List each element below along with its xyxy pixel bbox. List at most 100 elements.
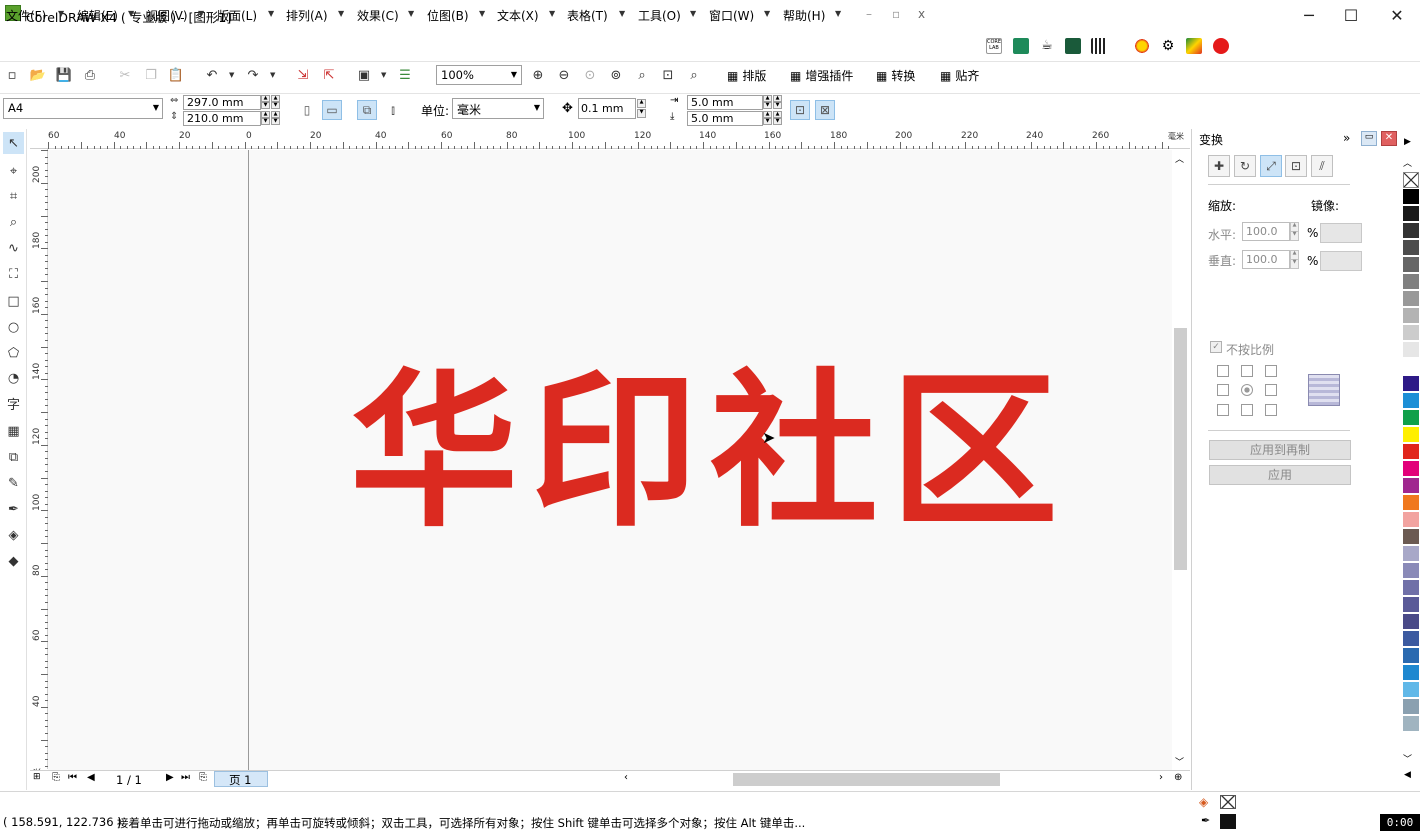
palette-swatch[interactable] <box>1403 529 1419 545</box>
new-document-icon[interactable]: ▫ <box>4 67 20 83</box>
palette-swatch[interactable] <box>1403 308 1419 324</box>
chevron-down-icon[interactable]: ▼ <box>619 9 625 18</box>
convert-button[interactable]: ▦ 转换 <box>876 67 915 84</box>
portrait-icon[interactable]: ▯ <box>297 100 317 120</box>
enhance-plugin-button[interactable]: ▦ 增强插件 <box>790 67 853 84</box>
anchor-top-right[interactable] <box>1265 365 1277 377</box>
scroll-right-icon[interactable]: › <box>1159 772 1163 783</box>
menu-view[interactable]: 视图(V) <box>146 7 188 24</box>
menu-file[interactable]: 文件(F) <box>6 7 46 24</box>
launcher-dropdown-icon[interactable]: ▼ <box>381 71 386 79</box>
fill-none-indicator[interactable] <box>1220 795 1236 809</box>
chevron-down-icon[interactable]: ▼ <box>479 9 485 18</box>
zoom-all-objects-icon[interactable]: ⊚ <box>608 67 624 83</box>
open-folder-icon[interactable]: 📂 <box>30 67 46 83</box>
snap-button[interactable]: ▦ 贴齐 <box>940 67 979 84</box>
width-down-icon[interactable]: ▼ <box>271 102 280 109</box>
palette-swatch[interactable] <box>1403 631 1419 647</box>
zoom-level-select[interactable]: 100% ▼ <box>436 65 522 85</box>
palette-swatch[interactable] <box>1403 291 1419 307</box>
palette-swatch[interactable] <box>1403 682 1419 698</box>
palette-swatch[interactable] <box>1403 546 1419 562</box>
import-icon[interactable]: ⇲ <box>295 67 311 83</box>
height-down-icon[interactable]: ▼ <box>261 118 270 125</box>
chevron-down-icon[interactable]: ▼ <box>128 9 134 18</box>
vertical-scroll-thumb[interactable] <box>1174 328 1187 570</box>
menu-edit[interactable]: 编辑(E) <box>77 7 118 24</box>
dupx-up-icon[interactable]: ▲ <box>773 95 782 102</box>
docker-expand-icon[interactable]: » <box>1343 131 1350 145</box>
anchor-top-center[interactable] <box>1241 365 1253 377</box>
rectangle-tool-icon[interactable]: □ <box>3 290 24 312</box>
dupx-up-icon[interactable]: ▲ <box>763 95 772 102</box>
palette-swatch[interactable] <box>1403 478 1419 494</box>
palette-swatch[interactable] <box>1403 223 1419 239</box>
ruler-corner-icon[interactable]: ⊞ <box>33 772 41 782</box>
chevron-down-icon[interactable]: ▼ <box>408 9 414 18</box>
no-fill-swatch[interactable] <box>1403 172 1419 188</box>
palette-swatch[interactable] <box>1403 614 1419 630</box>
palette-swatch[interactable] <box>1403 427 1419 443</box>
anchor-top-left[interactable] <box>1217 365 1229 377</box>
palette-expand-icon[interactable]: ◀ <box>1404 770 1411 780</box>
palette-menu-icon[interactable]: ︿ <box>1403 156 1412 169</box>
interactive-blend-tool-icon[interactable]: ⧉ <box>3 446 24 468</box>
minimize-button[interactable]: ─ <box>1286 0 1332 30</box>
non-proportional-checkbox[interactable]: ✓ <box>1210 341 1222 353</box>
table-tool-icon[interactable]: ▦ <box>3 420 24 442</box>
cut-icon[interactable]: ✂ <box>117 67 133 83</box>
palette-swatch[interactable] <box>1403 206 1419 222</box>
first-page-icon[interactable]: ⏮ <box>68 772 77 783</box>
redo-dropdown-icon[interactable]: ▼ <box>270 71 275 79</box>
prev-page-icon[interactable]: ◀ <box>87 772 95 783</box>
menu-layout[interactable]: 版面(L) <box>217 7 257 24</box>
redo-icon[interactable]: ↷ <box>245 67 261 83</box>
skew-tab-icon[interactable]: ⫽ <box>1311 155 1333 177</box>
width-down-icon[interactable]: ▼ <box>261 102 270 109</box>
next-page-icon[interactable]: ▶ <box>166 772 174 783</box>
scroll-down-icon[interactable]: ﹀ <box>1175 755 1184 768</box>
vertical-scale-input[interactable]: 100.0 <box>1242 250 1290 269</box>
eyedropper-tool-icon[interactable]: ✎ <box>3 472 24 494</box>
palette-swatch[interactable] <box>1403 461 1419 477</box>
last-page-icon[interactable]: ⏭ <box>181 772 190 783</box>
fill-tool-icon[interactable]: ◈ <box>3 524 24 546</box>
paste-icon[interactable]: 📋 <box>168 67 184 83</box>
rotate-tab-icon[interactable]: ↻ <box>1234 155 1256 177</box>
zoom-height-icon[interactable]: ⌕ <box>686 67 702 83</box>
apply-button[interactable]: 应用 <box>1209 465 1351 485</box>
maximize-button[interactable]: ☐ <box>1328 0 1374 30</box>
zoom-out-icon[interactable]: ⊖ <box>556 67 572 83</box>
doc-close-button[interactable]: x <box>918 7 925 21</box>
bolt-icon[interactable] <box>1186 38 1202 54</box>
draw-bounding-icon[interactable]: ⊠ <box>815 100 835 120</box>
ellipse-tool-icon[interactable]: ○ <box>3 316 24 338</box>
smart-fill-tool-icon[interactable]: ⛶ <box>3 263 24 285</box>
layout-button[interactable]: ▦ 排版 <box>727 67 766 84</box>
hscale-down-icon[interactable]: ▼ <box>1290 231 1299 241</box>
palette-swatch[interactable] <box>1403 512 1419 528</box>
treat-as-filled-icon[interactable]: ⊡ <box>790 100 810 120</box>
chevron-down-icon[interactable]: ▼ <box>268 9 274 18</box>
add-page-after-icon[interactable]: ⎘ <box>199 772 207 783</box>
duplicate-y-input[interactable]: 5.0 mm <box>687 111 763 126</box>
menu-table[interactable]: 表格(T) <box>567 7 608 24</box>
doc-minimize-button[interactable]: – <box>866 7 872 21</box>
corel-lab-icon[interactable]: CORE LAB <box>986 38 1002 54</box>
anchor-bottom-right[interactable] <box>1265 404 1277 416</box>
nudge-distance-input[interactable]: 0.1 mm <box>578 98 636 119</box>
height-up-icon[interactable]: ▲ <box>271 111 280 118</box>
application-launcher-icon[interactable]: ▣ <box>356 67 372 83</box>
copy-icon[interactable]: ❐ <box>143 67 159 83</box>
zoom-page-icon[interactable]: ⌕ <box>634 67 650 83</box>
menu-text[interactable]: 文本(X) <box>497 7 539 24</box>
chevron-down-icon[interactable]: ▼ <box>549 9 555 18</box>
horizontal-scroll-thumb[interactable] <box>733 773 1000 786</box>
palette-swatch[interactable] <box>1403 699 1419 715</box>
palette-swatch[interactable] <box>1403 563 1419 579</box>
pick-tool-icon[interactable]: ↖ <box>3 132 24 154</box>
scroll-left-icon[interactable]: ‹ <box>624 772 628 783</box>
export-icon[interactable]: ⇱ <box>321 67 337 83</box>
polygon-tool-icon[interactable]: ⬠ <box>3 342 24 364</box>
menu-arrange[interactable]: 排列(A) <box>286 7 328 24</box>
